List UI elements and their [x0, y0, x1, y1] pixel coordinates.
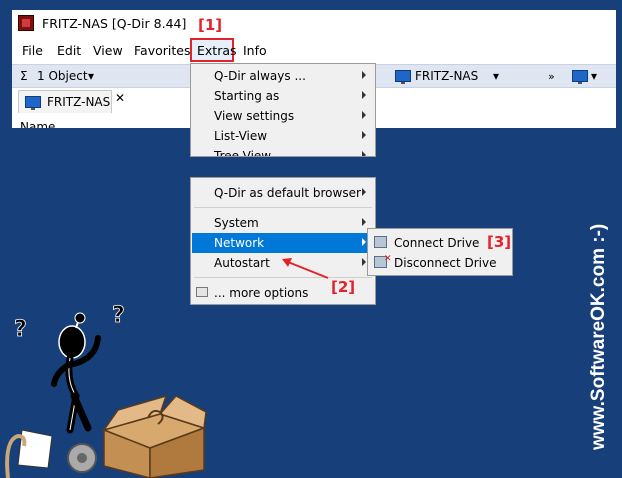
chevron-right-icon [362, 238, 366, 246]
chevron-right-icon [362, 258, 366, 266]
chevron-right-icon [362, 111, 366, 119]
options-icon [196, 287, 208, 297]
annotation-1: [1] [198, 16, 223, 34]
menu-edit[interactable]: Edit [57, 43, 81, 58]
chevron-right-icon [362, 188, 366, 196]
menu-info[interactable]: Info [243, 43, 267, 58]
chevron-right-icon [362, 151, 366, 156]
menu-item-tree-view[interactable]: Tree-View [192, 146, 374, 156]
decorative-figure-illustration: ? ? [5, 303, 207, 478]
x-mark-icon: ✕ [384, 254, 392, 264]
extras-dropdown: Q-Dir always ... Starting as View settin… [190, 63, 376, 157]
location-label: FRITZ-NAS [415, 69, 479, 83]
menu-favorites[interactable]: Favorites [134, 43, 190, 58]
column-header-name[interactable]: Name [20, 120, 55, 128]
menu-file[interactable]: File [22, 43, 43, 58]
menu-item-list-view[interactable]: List-View [192, 126, 374, 146]
title-bar: FRITZ-NAS [Q-Dir 8.44] [12, 10, 616, 38]
annotation-3: [3] [487, 233, 512, 251]
chevron-down-icon[interactable]: ▾ [591, 69, 597, 83]
monitor-icon [25, 96, 41, 110]
menu-item-disconnect-drive[interactable]: ✕ Disconnect Drive [370, 253, 510, 273]
menu-item-qdir-always[interactable]: Q-Dir always ... [192, 66, 374, 86]
object-count[interactable]: 1 Object [37, 69, 88, 83]
menu-item-system[interactable]: System [192, 213, 374, 233]
connect-drive-icon [374, 236, 387, 248]
softwareok-watermark: www.SoftwareOK.com :-) [588, 224, 609, 451]
annotation-arrow [282, 258, 329, 279]
location-dropdown[interactable]: FRITZ-NAS ▾ [393, 67, 513, 85]
sigma-icon: Σ [20, 69, 28, 83]
chevron-right-icon [362, 218, 366, 226]
chevron-down-icon: ▾ [493, 69, 500, 83]
chevron-right-icon [362, 91, 366, 99]
menu-item-network[interactable]: Network [192, 233, 374, 253]
window-title: FRITZ-NAS [Q-Dir 8.44] [42, 16, 187, 31]
menu-item-view-settings[interactable]: View settings [192, 106, 374, 126]
svg-text:?: ? [112, 303, 125, 328]
tab-fritz-nas[interactable]: FRITZ-NAS [18, 90, 112, 113]
double-chevron-icon[interactable]: » [548, 70, 555, 83]
svg-text:?: ? [14, 317, 27, 342]
qdir-app-icon [18, 15, 34, 31]
close-icon[interactable]: ✕ [115, 91, 125, 105]
chevron-down-icon[interactable]: ▾ [88, 69, 94, 83]
chevron-right-icon [362, 131, 366, 139]
monitor-icon[interactable] [572, 70, 588, 84]
menu-item-default-browser[interactable]: Q-Dir as default browser [192, 183, 374, 203]
menu-view[interactable]: View [93, 43, 123, 58]
menu-bar: File Edit View Favorites Extras Info [12, 38, 616, 62]
monitor-icon [395, 70, 411, 84]
svg-text:www.SoftwareOK.com :-): www.SoftwareOK.com :-) [588, 224, 609, 451]
menu-item-starting-as[interactable]: Starting as [192, 86, 374, 106]
chevron-right-icon [362, 71, 366, 79]
menu-extras[interactable]: Extras [197, 43, 237, 58]
tab-label: FRITZ-NAS [47, 95, 111, 109]
menu-separator [194, 207, 372, 208]
